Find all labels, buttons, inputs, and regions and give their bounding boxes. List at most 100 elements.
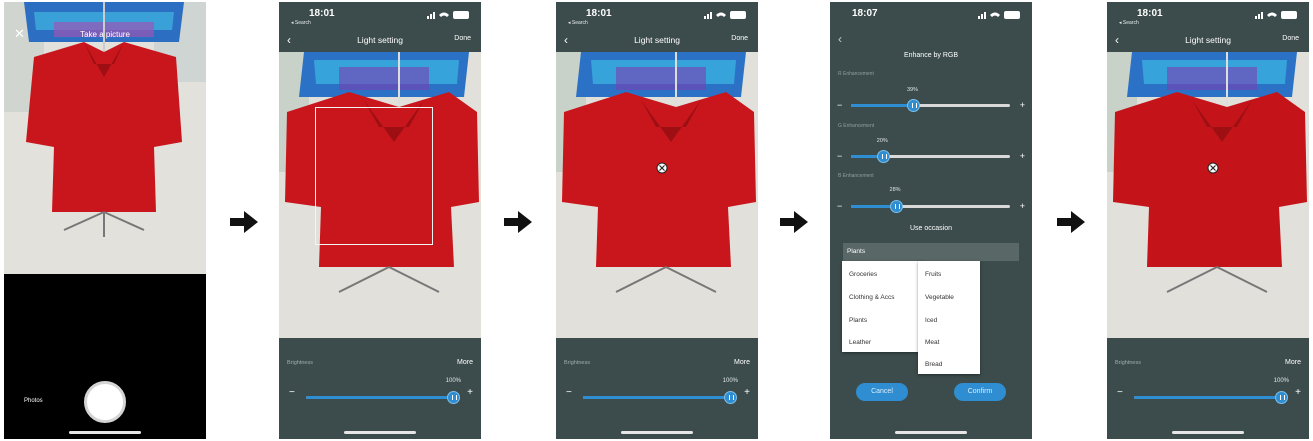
- brightness-slider[interactable]: [1134, 391, 1288, 404]
- rgb-title: Enhance by RGB: [903, 52, 959, 59]
- status-bar: 18:01 ◂ Search: [1107, 2, 1309, 32]
- home-indicator: [69, 431, 141, 434]
- cancel-button[interactable]: Cancel: [856, 383, 908, 401]
- confirm-button[interactable]: Confirm: [954, 383, 1006, 401]
- decrease-button[interactable]: −: [289, 387, 295, 398]
- more-button[interactable]: More: [734, 359, 750, 366]
- status-bar: 18:01 ◂ Search: [279, 2, 481, 32]
- r-enhancement-slider[interactable]: [851, 99, 1010, 112]
- category-item[interactable]: Leather: [849, 339, 871, 346]
- slider-handle[interactable]: [1275, 391, 1288, 404]
- page-title: Light setting: [634, 35, 680, 45]
- g-decrease-button[interactable]: −: [837, 151, 842, 161]
- b-enhancement-value: 28%: [889, 187, 901, 193]
- nav-bar: ‹ Light setting Done: [556, 30, 758, 52]
- brightness-slider[interactable]: [583, 391, 737, 404]
- shirt-photo: [556, 52, 758, 338]
- more-button[interactable]: More: [457, 359, 473, 366]
- increase-button[interactable]: +: [744, 387, 750, 398]
- brightness-slider[interactable]: [306, 391, 460, 404]
- back-chevron-icon[interactable]: ‹: [838, 32, 842, 46]
- phone-light-setting-screen: 18:01 ◂ Search ‹ Light setting Done Brig…: [556, 2, 758, 439]
- status-bar: 18:07: [830, 2, 1032, 32]
- occasion-select[interactable]: Plants: [843, 243, 1019, 261]
- page-title: Light setting: [1185, 35, 1231, 45]
- point-marker-icon[interactable]: [1207, 162, 1219, 174]
- home-indicator: [1172, 431, 1244, 434]
- done-button[interactable]: Done: [454, 35, 471, 42]
- photo-preview[interactable]: [1107, 52, 1309, 338]
- increase-button[interactable]: +: [1295, 387, 1301, 398]
- brightness-label: Brightness: [287, 360, 313, 366]
- point-marker-icon[interactable]: [656, 162, 668, 174]
- home-indicator: [344, 431, 416, 434]
- status-bar: 18:01 ◂ Search: [556, 2, 758, 32]
- shutter-button[interactable]: [84, 381, 126, 423]
- brightness-panel: Brightness More 100% − +: [1107, 338, 1309, 439]
- arrow-right-icon: [504, 211, 532, 233]
- brightness-label: Brightness: [564, 360, 590, 366]
- signal-wifi-battery-icon: [1255, 11, 1297, 19]
- slider-handle[interactable]: [447, 391, 460, 404]
- nav-bar: ‹ Light setting Done: [279, 30, 481, 52]
- b-decrease-button[interactable]: −: [837, 201, 842, 211]
- subcategory-list: Fruits Vegetable Iced Meat Bread: [918, 261, 980, 374]
- b-enhancement-label: B Enhancement: [838, 173, 874, 179]
- decrease-button[interactable]: −: [566, 387, 572, 398]
- done-button[interactable]: Done: [1282, 35, 1299, 42]
- slider-handle[interactable]: [876, 150, 890, 163]
- r-enhancement-label: R Enhancement: [838, 71, 874, 77]
- shirt-photo: [4, 2, 206, 274]
- camera-preview: [4, 2, 206, 274]
- page-title: Light setting: [357, 35, 403, 45]
- signal-wifi-battery-icon: [427, 11, 469, 19]
- g-enhancement-slider[interactable]: [851, 150, 1010, 163]
- b-enhancement-slider[interactable]: [851, 200, 1010, 213]
- r-decrease-button[interactable]: −: [837, 100, 842, 110]
- signal-wifi-battery-icon: [978, 11, 1020, 19]
- home-indicator: [895, 431, 967, 434]
- increase-button[interactable]: +: [467, 387, 473, 398]
- r-increase-button[interactable]: +: [1020, 100, 1025, 110]
- brightness-panel: Brightness More 100% − +: [279, 338, 481, 439]
- subcategory-item[interactable]: Iced: [925, 317, 937, 324]
- camera-title: Take a picture: [80, 30, 130, 39]
- photo-preview[interactable]: [279, 52, 481, 338]
- tutorial-sequence: ✕ Take a picture Photos 18:01 ◂ Search ‹…: [0, 0, 1313, 441]
- shirt-photo: [1107, 52, 1309, 338]
- brightness-value: 100%: [1273, 378, 1289, 384]
- brightness-value: 100%: [445, 378, 461, 384]
- subcategory-item[interactable]: Vegetable: [925, 294, 954, 301]
- slider-handle[interactable]: [724, 391, 737, 404]
- category-item[interactable]: Plants: [849, 317, 867, 324]
- arrow-right-icon: [780, 211, 808, 233]
- g-enhancement-label: G Enhancement: [838, 123, 875, 129]
- phone-camera-screen: ✕ Take a picture Photos: [4, 2, 206, 439]
- g-increase-button[interactable]: +: [1020, 151, 1025, 161]
- category-item[interactable]: Groceries: [849, 271, 877, 278]
- more-button[interactable]: More: [1285, 359, 1301, 366]
- phone-rgb-settings-screen: 18:07 ‹ Enhance by RGB R Enhancement 39%…: [830, 2, 1032, 439]
- photos-button[interactable]: Photos: [24, 398, 43, 404]
- brightness-value: 100%: [722, 378, 738, 384]
- photo-preview[interactable]: [556, 52, 758, 338]
- home-indicator: [621, 431, 693, 434]
- r-enhancement-value: 39%: [907, 87, 919, 93]
- g-enhancement-value: 20%: [876, 138, 888, 144]
- subcategory-item[interactable]: Bread: [925, 361, 942, 368]
- nav-bar: ‹ Light setting Done: [1107, 30, 1309, 52]
- arrow-right-icon: [1057, 211, 1085, 233]
- category-item[interactable]: Clothing & Accs: [849, 294, 895, 301]
- slider-handle[interactable]: [907, 99, 920, 112]
- subcategory-item[interactable]: Meat: [925, 339, 939, 346]
- subcategory-item[interactable]: Fruits: [925, 271, 941, 278]
- done-button[interactable]: Done: [731, 35, 748, 42]
- phone-light-setting-screen: 18:01 ◂ Search ‹ Light setting Done Brig…: [1107, 2, 1309, 439]
- signal-wifi-battery-icon: [704, 11, 746, 19]
- slider-handle[interactable]: [889, 200, 903, 213]
- b-increase-button[interactable]: +: [1020, 201, 1025, 211]
- selection-box[interactable]: [315, 107, 433, 245]
- brightness-panel: Brightness More 100% − +: [556, 338, 758, 439]
- decrease-button[interactable]: −: [1117, 387, 1123, 398]
- category-list: Groceries Clothing & Accs Plants Leather: [842, 261, 922, 352]
